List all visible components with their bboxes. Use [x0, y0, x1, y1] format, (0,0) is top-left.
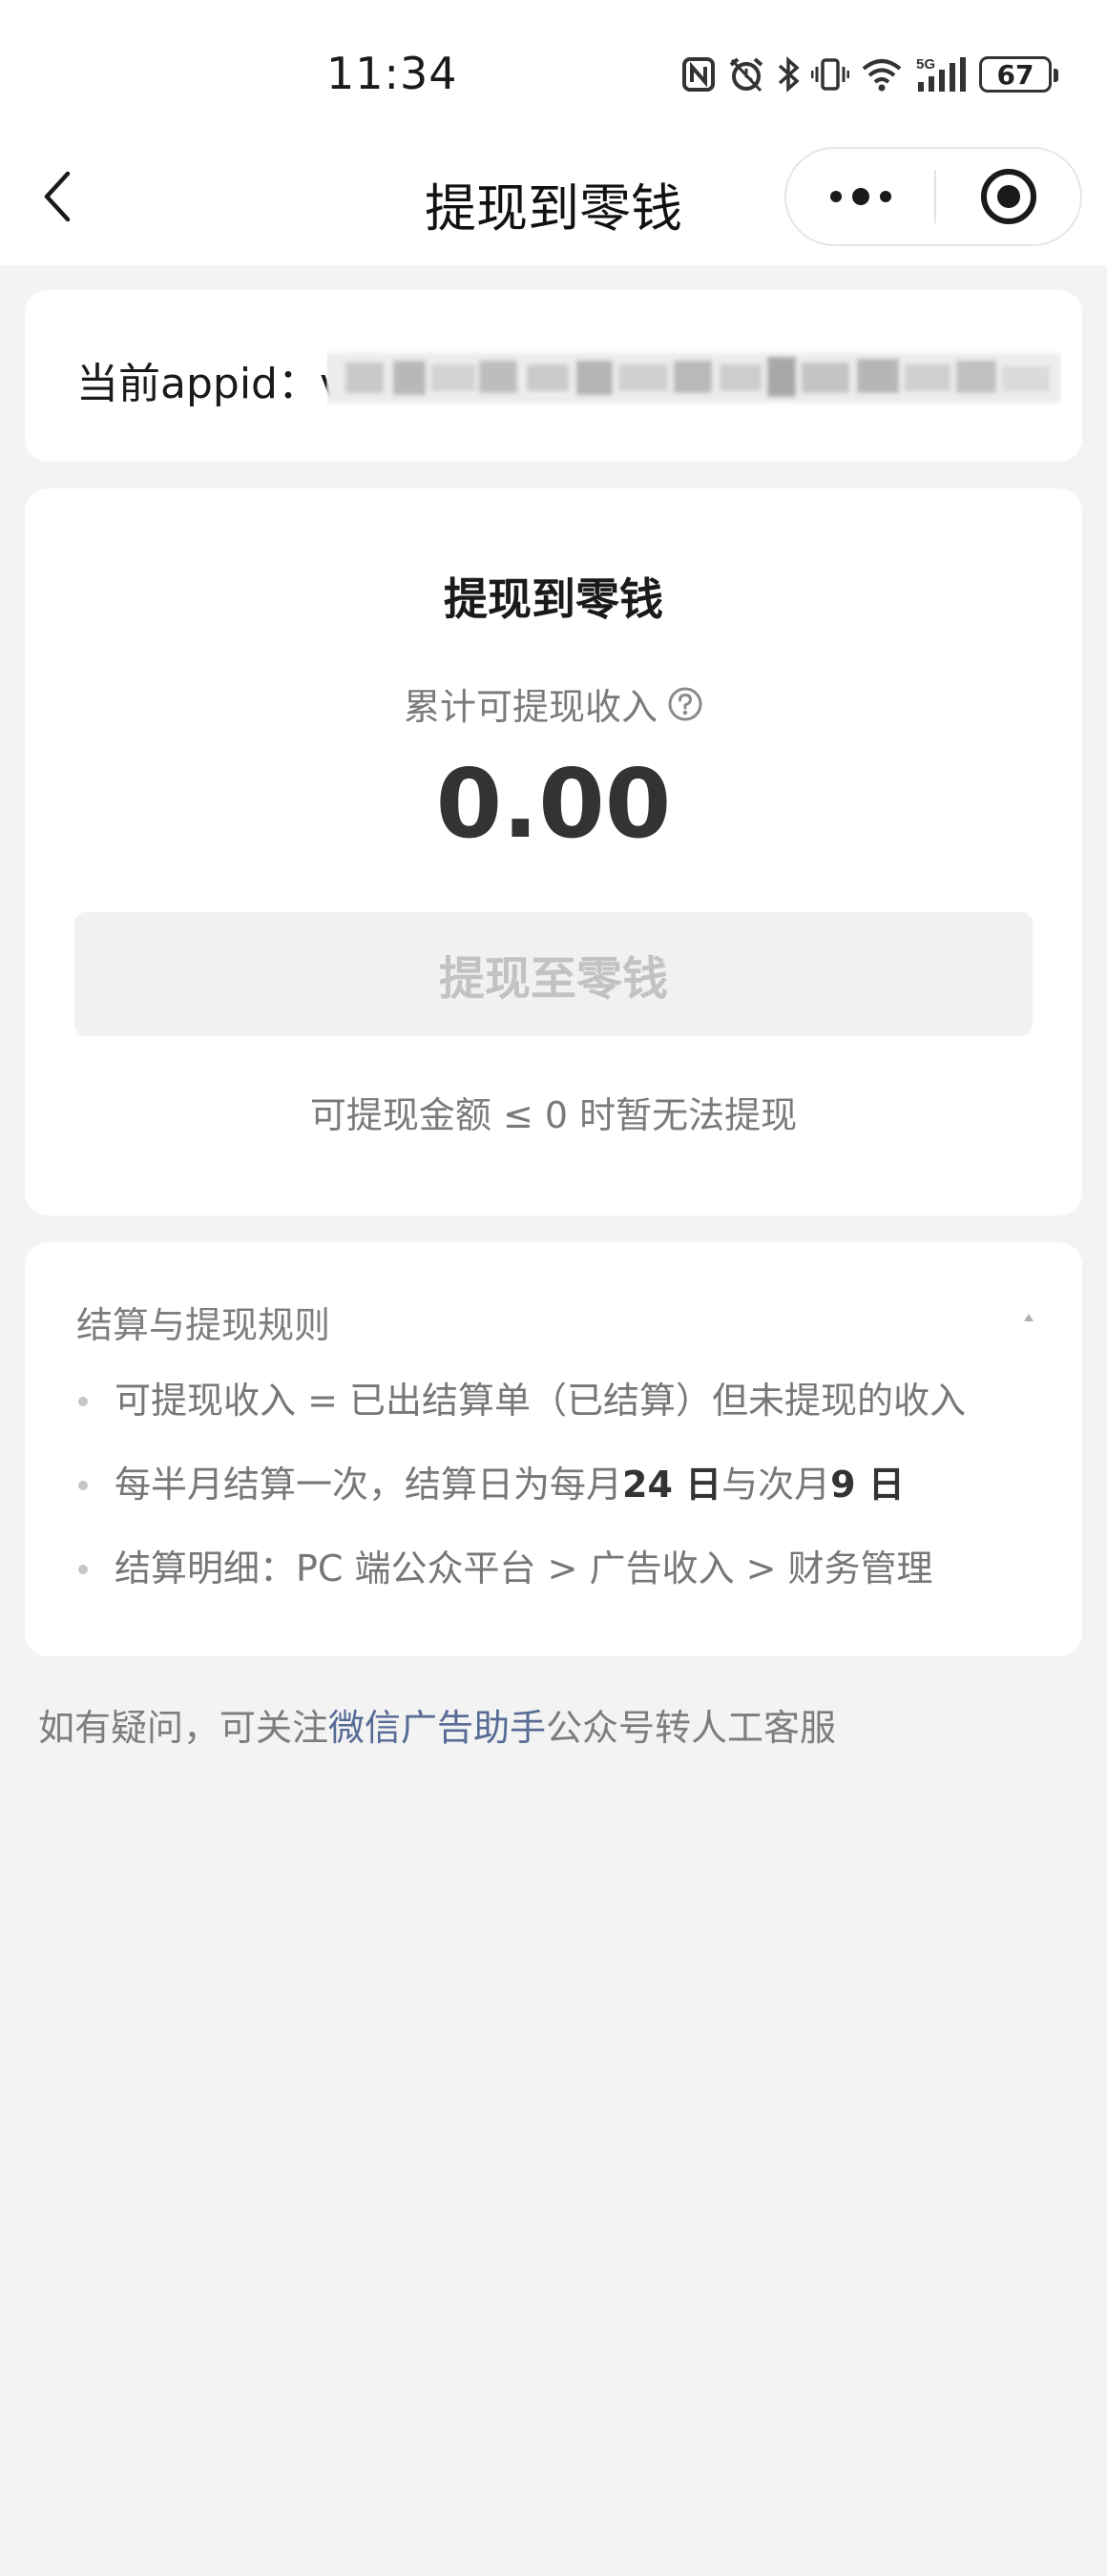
rule-item: 结算明细：PC 端公众平台 > 广告收入 > 财务管理	[76, 1546, 966, 1630]
rules-card: 结算与提现规则 可提现收入 = 已出结算单（已结算）但未提现的收入 每半月结算一…	[25, 1242, 1082, 1656]
rule-item: 可提现收入 = 已出结算单（已结算）但未提现的收入	[76, 1378, 966, 1462]
signal-icon: 5G	[916, 56, 966, 92]
nav-bar: 提现到零钱	[0, 124, 1107, 265]
status-icons: 5G 67	[681, 53, 1058, 95]
help-footer: 如有疑问，可关注微信广告助手公众号转人工客服	[38, 1707, 837, 1749]
appid-card: 当前appid：v	[25, 290, 1082, 462]
target-circle-icon	[980, 169, 1036, 224]
withdrawable-amount: 0.00	[435, 748, 672, 860]
wechat-ads-assistant-link[interactable]: 微信广告助手	[328, 1707, 546, 1749]
wifi-icon	[862, 59, 902, 92]
collapse-triangle-icon[interactable]	[1017, 1307, 1040, 1330]
rules-list: 可提现收入 = 已出结算单（已结算）但未提现的收入 每半月结算一次，结算日为每月…	[76, 1378, 966, 1630]
settlement-day-2: 9 日	[830, 1464, 905, 1506]
network-type: 5G	[916, 56, 935, 73]
battery-level: 67	[996, 58, 1034, 91]
battery-icon: 67	[979, 56, 1058, 93]
more-dots-icon	[829, 188, 891, 205]
nfc-icon	[682, 57, 715, 92]
vibrate-icon	[811, 58, 849, 91]
status-time: 11:34	[326, 48, 458, 99]
withdraw-note: 可提现金额 ≤ 0 时暂无法提现	[309, 1094, 798, 1136]
more-button[interactable]	[786, 149, 934, 244]
rule-item: 每半月结算一次，结算日为每月24 日与次月9 日	[76, 1462, 966, 1546]
miniprogram-capsule	[784, 147, 1082, 246]
appid-label: 当前appid：v	[76, 349, 345, 410]
income-label: 累计可提现收入	[403, 686, 658, 728]
appid-redacted-mosaic	[326, 353, 1061, 403]
close-miniprogram-button[interactable]	[936, 149, 1080, 244]
help-icon[interactable]	[667, 686, 703, 722]
settlement-day-1: 24 日	[622, 1464, 722, 1506]
rules-title: 结算与提现规则	[76, 1304, 331, 1346]
withdraw-card: 提现到零钱 累计可提现收入 0.00 提现至零钱 可提现金额 ≤ 0 时暂无法提…	[25, 488, 1082, 1215]
withdraw-card-title: 提现到零钱	[444, 573, 663, 625]
bluetooth-icon	[778, 56, 800, 93]
income-label-row: 累计可提现收入	[25, 677, 1082, 730]
withdraw-to-wallet-button[interactable]: 提现至零钱	[74, 912, 1033, 1036]
alarm-icon	[729, 57, 763, 93]
